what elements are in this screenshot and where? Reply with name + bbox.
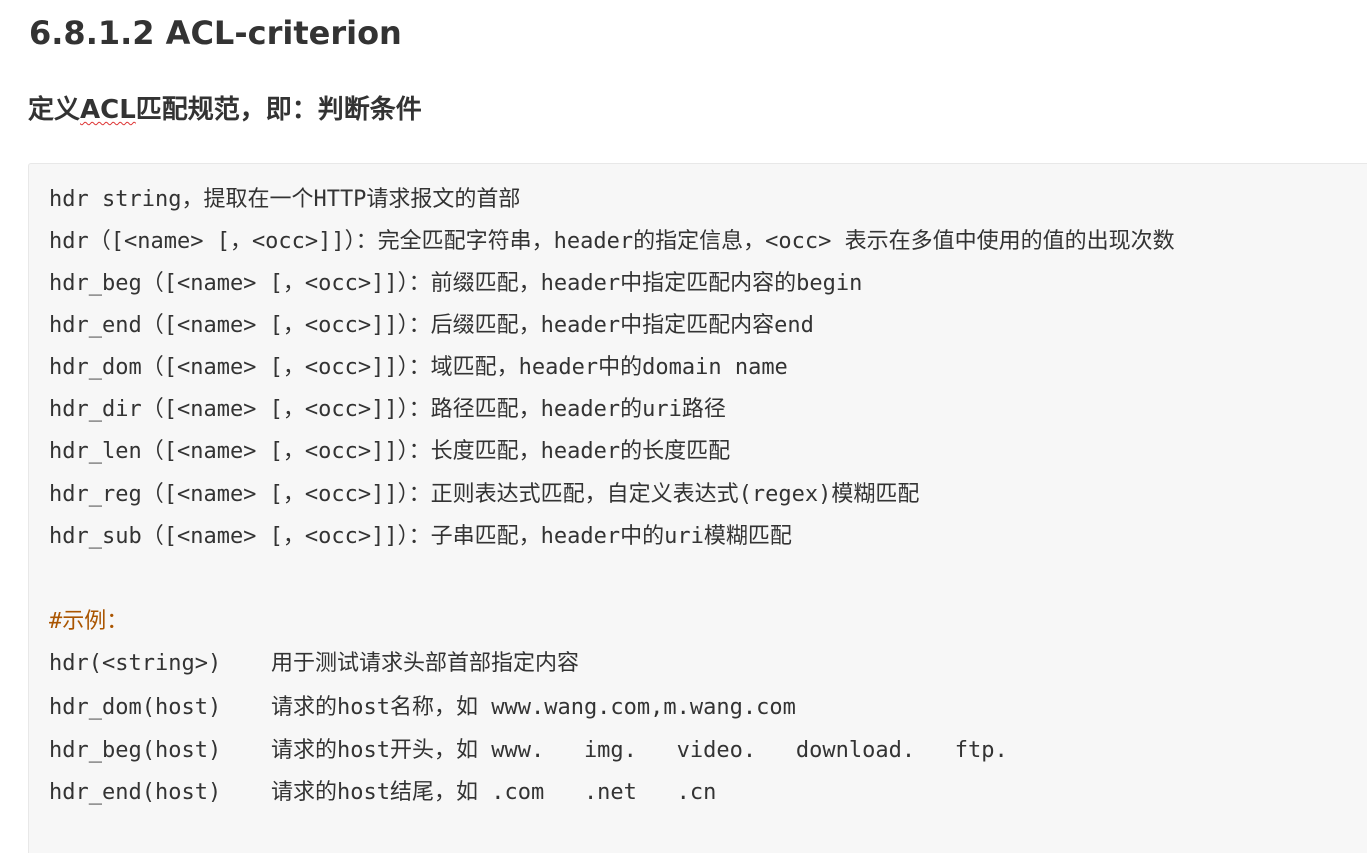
code-line-hdr-sub: hdr_sub（[<name> [，<occ>]]）：子串匹配，header中的… xyxy=(49,524,792,549)
code-line-hdr-len: hdr_len（[<name> [，<occ>]]）：长度匹配，header的长… xyxy=(49,439,731,464)
code-line-hdr-reg: hdr_reg（[<name> [，<occ>]]）：正则表达式匹配，自定义表达… xyxy=(49,482,920,507)
example-row: hdr_end(host) 请求的host结尾，如 .com .net .cn xyxy=(49,775,716,811)
code-block[interactable]: hdr string，提取在一个HTTP请求报文的首部 hdr（[<name> … xyxy=(28,163,1367,853)
sub-heading-suffix: 匹配规范，即：判断条件 xyxy=(135,95,422,125)
example-function: hdr_end(host) xyxy=(49,780,222,805)
example-function: hdr(<string>) xyxy=(49,651,222,676)
example-function: hdr_beg(host) xyxy=(49,738,222,763)
section-heading: 6.8.1.2 ACL-criterion xyxy=(29,14,402,52)
example-row: hdr(<string>) 用于测试请求头部首部指定内容 xyxy=(49,646,579,682)
example-row: hdr_beg(host) 请求的host开头，如 www. img. vide… xyxy=(49,733,1008,769)
sub-heading: 定义ACL匹配规范，即：判断条件 xyxy=(28,91,422,129)
example-description: 请求的host结尾，如 .com .net .cn xyxy=(271,780,717,805)
code-line-hdr-dir: hdr_dir（[<name> [，<occ>]]）：路径匹配，header的u… xyxy=(49,397,726,422)
example-description: 请求的host名称，如 www.wang.com,m.wang.com xyxy=(271,695,796,720)
example-function: hdr_dom(host) xyxy=(49,695,222,720)
sub-heading-prefix: 定义 xyxy=(28,95,81,125)
example-description: 用于测试请求头部首部指定内容 xyxy=(271,651,580,676)
example-comment: #示例： xyxy=(49,609,129,634)
code-line-hdr-dom: hdr_dom（[<name> [，<occ>]]）：域匹配，header中的d… xyxy=(49,355,788,380)
example-description: 请求的host开头，如 www. img. video. download. f… xyxy=(271,738,1008,763)
code-line-hdr: hdr string，提取在一个HTTP请求报文的首部 xyxy=(49,187,521,212)
spellcheck-underlined-word: ACL xyxy=(80,95,136,125)
code-line-hdr-beg: hdr_beg（[<name> [，<occ>]]）：前缀匹配，header中指… xyxy=(49,271,863,296)
code-line-hdr-end: hdr_end（[<name> [，<occ>]]）：后缀匹配，header中指… xyxy=(49,313,814,338)
example-row: hdr_dom(host) 请求的host名称，如 www.wang.com,m… xyxy=(49,690,796,726)
code-line-hdr-exact: hdr（[<name> [，<occ>]]）：完全匹配字符串，header的指定… xyxy=(49,229,1175,254)
